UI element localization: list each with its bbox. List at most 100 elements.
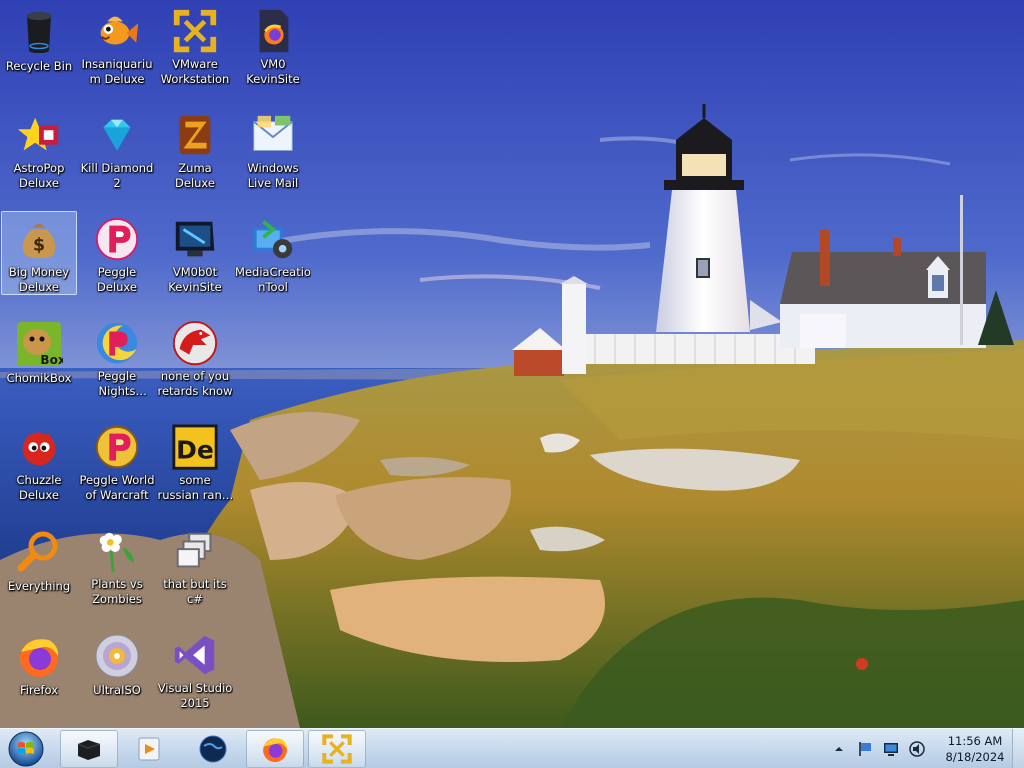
svg-text:$: $ (33, 236, 45, 256)
firefox-icon (20, 639, 59, 677)
desktop-icon-chuzzle[interactable]: Chuzzle Deluxe (1, 419, 77, 503)
desktop-icon-label: Recycle Bin (5, 59, 73, 73)
desktop-icon-peggle-nights[interactable]: Peggle Nights Deluxe (79, 315, 155, 399)
money-bag-icon: $ (22, 223, 56, 259)
desktop-icon-recycle-bin[interactable]: Recycle Bin (1, 3, 77, 87)
media-creation-icon (253, 220, 293, 259)
desktop-icon-label: UltraISO (93, 683, 141, 697)
chomikbox-icon: Box (17, 322, 63, 367)
flag-icon (859, 742, 871, 756)
taskbar-button-firefox[interactable] (246, 730, 304, 768)
live-mail-icon (253, 115, 293, 151)
desktop-icon-insaniquarium[interactable]: Insaniquarium Deluxe (79, 3, 155, 87)
desktop-icon-that-but-its-csharp[interactable]: that but its c# (157, 523, 233, 607)
desktop-icon-label: Firefox (19, 683, 59, 697)
magnifier-icon (17, 531, 58, 572)
desktop-icon-firefox[interactable]: Firefox (1, 627, 77, 711)
desktop-icon-visual-studio[interactable]: Visual Studio 2015 (157, 627, 233, 711)
desktop-icon-label: none of you retards know (157, 369, 233, 398)
desktop-icon-mediacreationtool[interactable]: MediaCreationTool (235, 211, 311, 295)
astropop-icon (17, 117, 59, 151)
desktop-icon-everything[interactable]: Everything (1, 523, 77, 607)
desktop-icon-label: Plants vs Zombies (91, 577, 143, 606)
globe-icon (199, 735, 227, 763)
red-dragon-icon (172, 320, 218, 366)
desktop-icon-label: Peggle Nights Deluxe (97, 369, 137, 398)
desktop-icon-zuma[interactable]: Zuma Deluxe (157, 107, 233, 191)
goldfish-icon (100, 16, 139, 45)
clock[interactable]: 11:56 AM 8/18/2024 (940, 733, 1010, 765)
desktop-icon-label: VM0b0t KevinSite (168, 265, 222, 294)
tray-volume[interactable] (907, 739, 927, 759)
firefox-icon (263, 738, 287, 763)
desktop-icon-label: VMware Workstation (160, 57, 230, 86)
windows-orb-icon (8, 731, 44, 767)
zuma-icon (179, 115, 211, 155)
taskbar-button-vmware[interactable] (308, 730, 366, 768)
de-icon: De (172, 424, 218, 470)
peggle-wow-icon (95, 425, 139, 469)
desktop-icon-label: Peggle Deluxe (97, 265, 137, 294)
desktop-icon-big-money[interactable]: $ Big Money Deluxe (1, 211, 77, 295)
vmware-icon (173, 9, 217, 53)
desktop-icon-vm0-kevinsite[interactable]: VM0 KevinSite (235, 3, 311, 87)
desktop-icon-ultraiso[interactable]: UltraISO (79, 627, 155, 711)
dark-box-icon (77, 740, 101, 760)
peggle-icon (95, 217, 139, 261)
svg-text:Box: Box (40, 353, 63, 367)
show-desktop-button[interactable] (1012, 729, 1024, 768)
desktop-icon-label: Zuma Deluxe (175, 161, 215, 190)
desktop-icon-plants-vs-zombies[interactable]: Plants vs Zombies (79, 523, 155, 607)
svg-text:De: De (176, 436, 214, 465)
desktop-icon-label: Windows Live Mail (247, 161, 299, 190)
desktop-icon-label: Visual Studio 2015 (157, 681, 233, 710)
firefox-file-icon (259, 9, 289, 53)
desktop-icon-peggle[interactable]: Peggle Deluxe (79, 211, 155, 295)
recycle-bin-icon (26, 12, 52, 53)
desktop-icon-label: Peggle World of Warcraft (79, 473, 155, 502)
diamond-icon (103, 119, 131, 151)
desktop-icon-label: VM0 KevinSite (246, 57, 300, 86)
volume-icon (909, 741, 925, 757)
peggle-nights-icon (96, 322, 138, 364)
flower-icon (99, 532, 135, 573)
desktop-icon-kill-diamond[interactable]: Kill Diamond 2 (79, 107, 155, 191)
windows-stack-icon (176, 532, 212, 568)
taskbar-button-dark-box[interactable] (60, 730, 118, 768)
chuzzle-icon (22, 431, 56, 466)
system-tray: 11:56 AM 8/18/2024 (826, 729, 1010, 768)
disc-icon (95, 634, 139, 678)
visual-studio-icon (174, 635, 215, 675)
tray-action-center[interactable] (855, 739, 875, 759)
taskbar: 11:56 AM 8/18/2024 (0, 728, 1024, 768)
desktop-icon-none-of-you[interactable]: none of you retards know (157, 315, 233, 399)
clock-date: 8/18/2024 (945, 750, 1005, 764)
desktop-icon-vm0b0t-kevinsite[interactable]: VM0b0t KevinSite (157, 211, 233, 295)
desktop-icon-label: that but its c# (163, 577, 227, 606)
desktop-icon-some-russian[interactable]: De some russian ran a rat (157, 419, 233, 503)
vmware-icon (322, 734, 352, 764)
desktop-icon-label: Everything (7, 579, 71, 593)
desktop-icon-label: AstroPop Deluxe (13, 161, 65, 190)
desktop-icon-label: Big Money Deluxe (8, 265, 70, 294)
desktop-icon-astropop[interactable]: AstroPop Deluxe (1, 107, 77, 191)
desktop-icon-windows-live-mail[interactable]: Windows Live Mail (235, 107, 311, 191)
desktop-icon-label: some russian ran a rat (157, 473, 233, 502)
chevron-up-icon (835, 747, 843, 751)
media-player-icon (138, 737, 160, 761)
desktop-icon-label: ChomikBox (6, 371, 72, 385)
monitor-icon (884, 743, 898, 756)
terminal-icon (175, 221, 215, 257)
desktop-icon-label: MediaCreationTool (235, 265, 311, 294)
desktop-icon-label: Chuzzle Deluxe (16, 473, 62, 502)
show-hidden-icons-button[interactable] (829, 739, 849, 759)
desktop-icon-chomikbox[interactable]: Box ChomikBox (1, 315, 77, 399)
start-button[interactable] (4, 730, 50, 768)
desktop-icon-label: Insaniquarium Deluxe (81, 57, 153, 86)
desktop-icon-vmware[interactable]: VMware Workstation (157, 3, 233, 87)
clock-time: 11:56 AM (947, 734, 1003, 748)
desktop-icon-peggle-wow[interactable]: Peggle World of Warcraft (79, 419, 155, 503)
taskbar-button-globe[interactable] (184, 730, 242, 768)
taskbar-button-media-player[interactable] (120, 730, 178, 768)
tray-network[interactable] (881, 739, 901, 759)
